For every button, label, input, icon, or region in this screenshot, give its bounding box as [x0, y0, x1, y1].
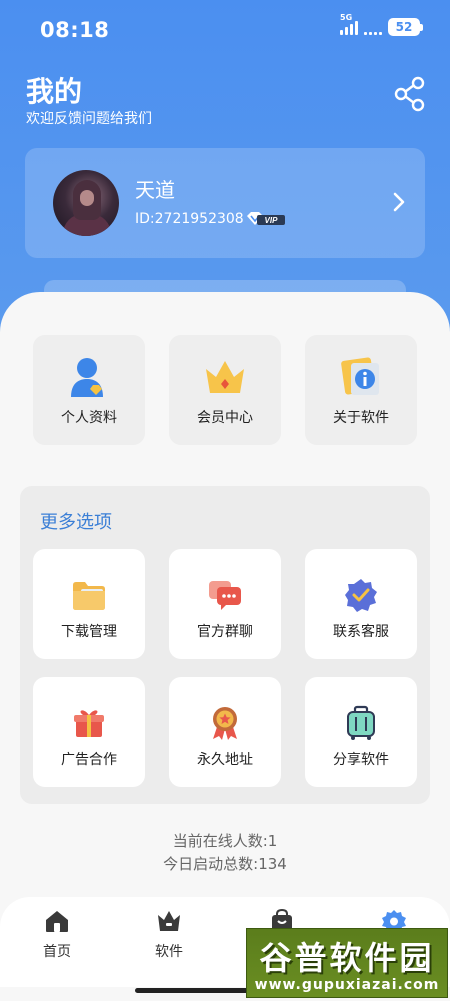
username: 天道	[135, 178, 175, 202]
option-label: 下载管理	[61, 624, 117, 640]
status-indicators: 5G 52	[340, 13, 423, 36]
user-id: ID:2721952308	[135, 211, 244, 227]
chat-icon	[209, 581, 241, 610]
user-profile-icon	[71, 358, 103, 397]
option-customer-service[interactable]: 联系客服	[305, 549, 417, 659]
crown-tab-icon	[158, 911, 180, 931]
watermark-logo: 谷普软件园 www.gupuxiazai.com	[246, 928, 448, 998]
avatar[interactable]	[53, 170, 119, 236]
option-download-manager[interactable]: 下载管理	[33, 549, 145, 659]
option-label: 永久地址	[197, 752, 253, 768]
launch-count: 今日启动总数:134	[163, 855, 287, 873]
option-label: 官方群聊	[197, 624, 253, 640]
quick-action-label: 会员中心	[197, 410, 253, 426]
vip-badge-text: VIP	[265, 216, 279, 225]
option-official-group[interactable]: 官方群聊	[169, 549, 281, 659]
suitcase-icon	[347, 705, 375, 740]
page-subtitle: 欢迎反馈问题给我们	[26, 111, 152, 127]
online-count: 当前在线人数:1	[172, 832, 278, 850]
nav-label: 软件	[155, 944, 183, 960]
nav-label: 首页	[43, 944, 71, 960]
option-ad-cooperation[interactable]: 广告合作	[33, 677, 145, 787]
battery-level: 52	[395, 20, 413, 34]
vip-badge-icon: VIP	[247, 212, 285, 225]
quick-action-about[interactable]: 关于软件	[305, 335, 417, 445]
signal-icon: 5G	[340, 13, 358, 35]
gift-icon	[74, 710, 104, 737]
watermark-url: www.gupuxiazai.com	[254, 977, 440, 993]
crown-icon	[206, 361, 244, 393]
info-icon	[341, 357, 379, 395]
share-icon	[394, 76, 425, 112]
option-share-app[interactable]: 分享软件	[305, 677, 417, 787]
status-bar: 08:18 5G 52	[0, 0, 450, 60]
option-label: 广告合作	[61, 752, 117, 768]
quick-action-vip-center[interactable]: 会员中心	[169, 335, 281, 445]
network-type: 5G	[340, 13, 353, 22]
medal-icon	[213, 707, 237, 740]
option-label: 分享软件	[333, 752, 389, 768]
page-title: 我的	[26, 75, 83, 108]
share-button[interactable]	[394, 76, 426, 112]
battery-icon: 52	[388, 18, 423, 36]
nav-home[interactable]: 首页	[27, 909, 87, 961]
verified-badge-icon	[345, 579, 377, 612]
quick-action-label: 关于软件	[333, 410, 389, 426]
more-options-title: 更多选项	[40, 512, 112, 533]
chevron-right-icon	[393, 192, 405, 212]
nav-software[interactable]: 软件	[139, 909, 199, 961]
watermark-title: 谷普软件园	[259, 939, 435, 977]
quick-action-profile[interactable]: 个人资料	[33, 335, 145, 445]
profile-card[interactable]: 天道 ID:2721952308 VIP	[25, 148, 425, 258]
option-permanent-address[interactable]: 永久地址	[169, 677, 281, 787]
option-label: 联系客服	[333, 624, 389, 640]
quick-action-label: 个人资料	[61, 410, 117, 426]
signal-dots-icon	[364, 19, 382, 35]
status-time: 08:18	[40, 18, 110, 42]
folder-icon	[73, 582, 105, 610]
home-icon	[46, 911, 68, 932]
